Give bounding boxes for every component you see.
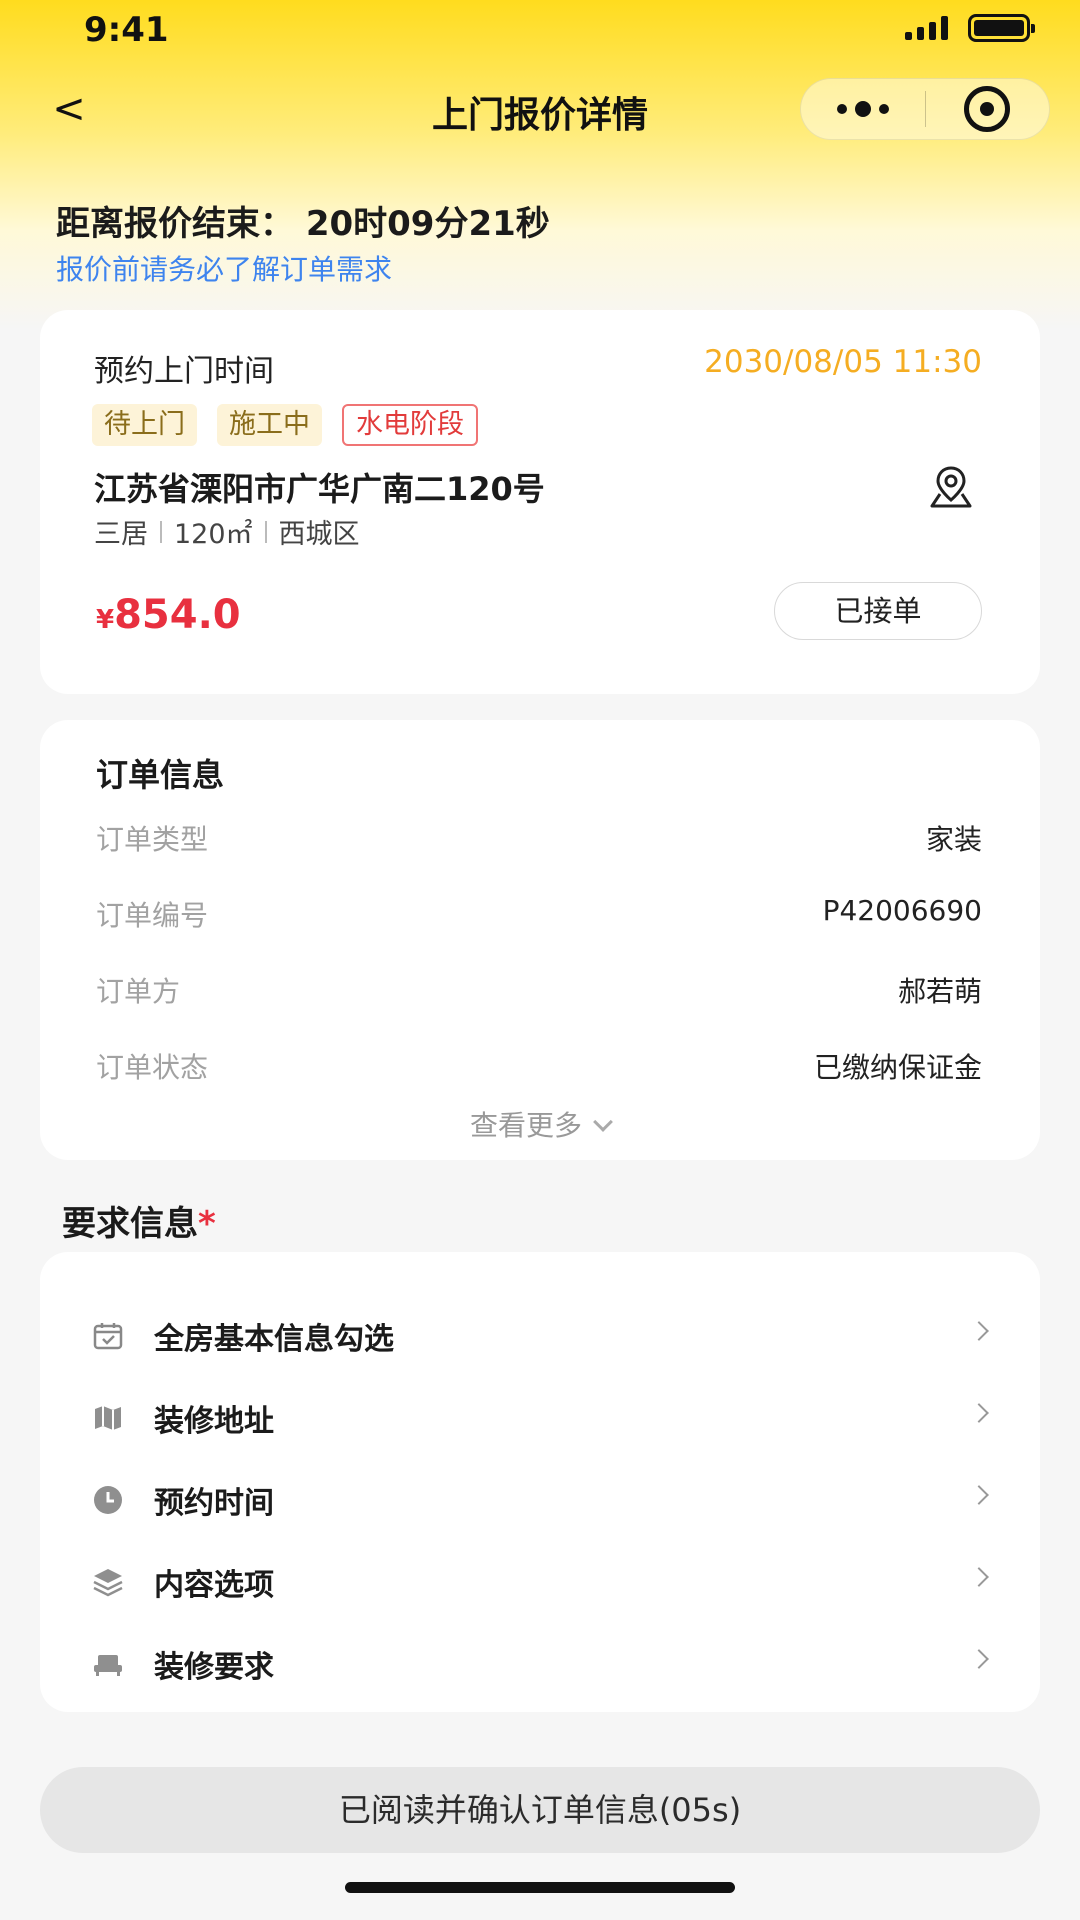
status-icons	[905, 14, 1035, 42]
see-more-button[interactable]: 查看更多	[40, 1104, 1040, 1144]
status-bar: 9:41	[0, 0, 1080, 60]
see-more-label: 查看更多	[469, 1109, 582, 1142]
sofa-icon	[90, 1646, 126, 1682]
target-icon	[964, 86, 1011, 132]
appointment-time: 2030/08/05 11:30	[704, 344, 982, 380]
dot-icon	[836, 104, 847, 114]
house-meta: 三居 120㎡ 西城区	[94, 512, 360, 551]
close-miniprogram-button[interactable]	[925, 78, 1049, 140]
accepted-button[interactable]: 已接单	[774, 582, 982, 640]
currency-symbol: ¥	[96, 605, 115, 635]
requirement-label: 预约时间	[154, 1486, 274, 1521]
status-badge: 施工中	[217, 404, 322, 446]
order-row-key: 订单状态	[96, 1051, 209, 1084]
requirements-title: 要求信息*	[62, 1196, 216, 1245]
requirements-card: 全房基本信息勾选 装修地址 预约时间 内容选项 装修要求	[40, 1252, 1040, 1712]
order-row-value: 家装	[925, 823, 982, 856]
dot-icon	[878, 104, 889, 114]
location-pin-icon[interactable]	[926, 462, 976, 512]
chevron-right-icon	[969, 1649, 989, 1669]
chevron-right-icon	[969, 1403, 989, 1423]
clock-icon	[90, 1482, 126, 1518]
requirement-item-address[interactable]: 装修地址	[90, 1388, 990, 1448]
appointment-label: 预约上门时间	[94, 354, 274, 389]
map-icon	[90, 1400, 126, 1436]
order-row-key: 订单方	[96, 975, 181, 1008]
nav-bar: < 上门报价详情	[0, 70, 1080, 150]
order-row-key: 订单类型	[96, 823, 209, 856]
battery-icon	[968, 14, 1035, 42]
requirement-label: 装修地址	[154, 1404, 274, 1439]
signal-icon	[905, 16, 948, 40]
requirement-label: 内容选项	[154, 1568, 274, 1603]
order-info-card: 订单信息 订单类型 家装 订单编号 P42006690 订单方 郝若萌 订单状态…	[40, 720, 1040, 1160]
status-tags: 待上门 施工中 水电阶段	[92, 404, 478, 446]
status-time: 9:41	[84, 10, 169, 50]
price: ¥854.0	[96, 592, 241, 638]
order-row: 订单编号 P42006690	[96, 894, 982, 934]
requirement-item-content[interactable]: 内容选项	[90, 1552, 990, 1612]
chevron-down-icon	[593, 1112, 613, 1132]
chevron-right-icon	[969, 1485, 989, 1505]
home-indicator	[345, 1882, 735, 1893]
requirement-item-renovation[interactable]: 装修要求	[90, 1634, 990, 1694]
order-row: 订单类型 家装	[96, 818, 982, 858]
required-mark: *	[198, 1204, 216, 1244]
requirement-label: 全房基本信息勾选	[154, 1322, 394, 1357]
dot-icon	[854, 101, 871, 117]
order-row-value: 郝若萌	[897, 975, 982, 1008]
layers-icon	[90, 1564, 126, 1600]
stage-badge: 水电阶段	[342, 404, 478, 446]
status-badge: 待上门	[92, 404, 197, 446]
house-district: 西城区	[278, 519, 360, 550]
chevron-right-icon	[969, 1567, 989, 1587]
price-value: 854.0	[114, 592, 241, 638]
quote-notice: 报价前请务必了解订单需求	[56, 253, 393, 286]
order-row: 订单方 郝若萌	[96, 970, 982, 1010]
chevron-right-icon	[969, 1321, 989, 1341]
mini-program-capsule	[800, 78, 1050, 140]
address: 江苏省溧阳市广华广南二120号	[94, 470, 545, 508]
requirements-title-text: 要求信息	[62, 1204, 198, 1244]
calendar-check-icon	[90, 1318, 126, 1354]
confirm-read-button[interactable]: 已阅读并确认订单信息(05s)	[40, 1767, 1040, 1853]
order-row-value: 已缴纳保证金	[813, 1051, 982, 1084]
order-row: 订单状态 已缴纳保证金	[96, 1046, 982, 1086]
requirement-label: 装修要求	[154, 1650, 274, 1685]
house-area: 120㎡	[174, 519, 253, 550]
more-menu-button[interactable]	[801, 78, 925, 140]
order-row-key: 订单编号	[96, 899, 209, 932]
appointment-card: 预约上门时间 2030/08/05 11:30 待上门 施工中 水电阶段 江苏省…	[40, 310, 1040, 694]
requirement-item-basic-info[interactable]: 全房基本信息勾选	[90, 1306, 990, 1366]
quote-countdown: 距离报价结束： 20时09分21秒	[56, 204, 550, 244]
requirement-item-time[interactable]: 预约时间	[90, 1470, 990, 1530]
section-title: 订单信息	[96, 756, 225, 794]
house-type: 三居	[94, 519, 148, 550]
order-row-value: P42006690	[822, 894, 982, 927]
